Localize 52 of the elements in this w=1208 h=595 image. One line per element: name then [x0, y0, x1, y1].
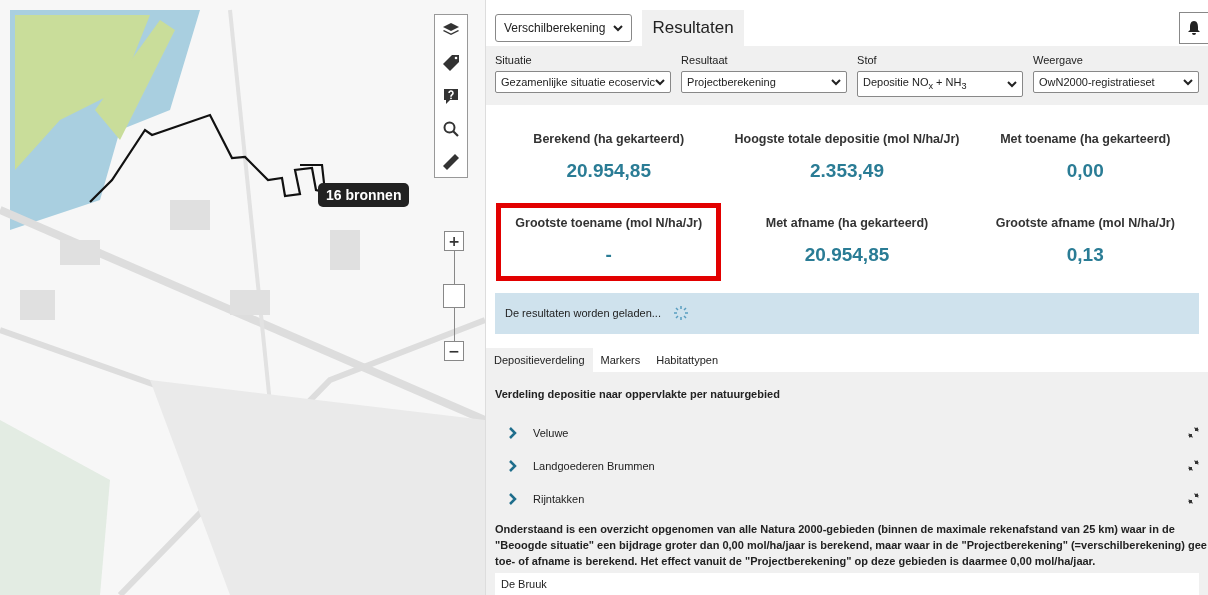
- stat-label: Grootste toename (mol N/ha/Jr): [515, 215, 703, 230]
- chevron-down-icon: [655, 78, 666, 86]
- expand-icon[interactable]: [1188, 427, 1199, 438]
- stat-value: 20.954,85: [566, 159, 651, 182]
- info-paragraph: Onderstaand is een overzicht opgenomen van alle Natura 2000-gebieden (binnen de maximale rekenafstand van 25 km) waar in de "Beoogde situatie" een bijdrage groter dan 0,00 mol/ha/jaar is berekend, maar waar in de "Projectberekening" (=verschilberekening) gee toe- of afname is berekend. Het effect vanuit de "Projectberekening" op deze gebieden is daarmee 0,00 mol/ha/jaar.: [495, 522, 1208, 569]
- zoom-out-button[interactable]: −: [444, 341, 464, 361]
- filter-label: Resultaat: [681, 54, 729, 67]
- search-icon[interactable]: [442, 120, 460, 138]
- zoom-in-button[interactable]: +: [444, 231, 464, 251]
- chevron-down-icon: [1007, 80, 1017, 88]
- stat-value: 0,13: [1066, 243, 1104, 266]
- bell-icon: [1186, 20, 1202, 37]
- area-name[interactable]: Veluwe: [533, 426, 1174, 439]
- stat-label: Met toename (ha gekarteerd): [1000, 131, 1171, 146]
- chevron-down-icon: [831, 78, 842, 86]
- help-icon[interactable]: [442, 87, 460, 105]
- ruler-icon[interactable]: [442, 153, 460, 171]
- area-name[interactable]: Rijntakken: [533, 492, 1174, 505]
- expand-icon[interactable]: [1188, 493, 1199, 504]
- loading-text: De resultaten worden geladen...: [505, 307, 661, 320]
- filter-select[interactable]: Projectberekening: [681, 71, 848, 94]
- filter-select[interactable]: Gezamenlijke situatie ecoservic: [495, 71, 672, 94]
- chevron-down-icon: [1183, 78, 1193, 86]
- expand-icon[interactable]: [1188, 460, 1199, 471]
- marker-label[interactable]: 16 bronnen: [318, 183, 410, 207]
- filter-label: Situatie: [495, 54, 533, 67]
- results-tab[interactable]: Resultaten: [642, 10, 744, 47]
- tag-icon[interactable]: [442, 54, 460, 72]
- area-name[interactable]: Landgoederen Brummen: [533, 459, 1174, 472]
- filter-label: Weergave: [1033, 54, 1084, 67]
- notification-button[interactable]: [1179, 12, 1208, 45]
- stat-value: 20.954,85: [804, 243, 890, 266]
- stat-label: Berekend (ha gekarteerd): [533, 131, 685, 146]
- section-title: Verdeling depositie naar oppervlakte per natuurgebied: [495, 388, 781, 400]
- zoom-slider-handle[interactable]: [443, 284, 465, 308]
- stat-value: 0,00: [1066, 159, 1104, 182]
- mode-select[interactable]: Verschilberekening: [495, 14, 633, 43]
- filter-label: Stof: [857, 54, 878, 67]
- chevron-right-icon[interactable]: [507, 426, 519, 439]
- chevron-right-icon[interactable]: [507, 492, 519, 505]
- stat-value: 2.353,49: [810, 159, 884, 182]
- chevron-right-icon[interactable]: [507, 459, 519, 472]
- stat-label: Grootste afname (mol N/ha/Jr): [995, 215, 1175, 230]
- spinner-icon: [672, 305, 689, 322]
- chevron-down-icon: [613, 24, 624, 32]
- tab[interactable]: Depositieverdeling: [486, 348, 593, 372]
- stat-label: Met afname (ha gekarteerd): [765, 215, 929, 230]
- stat-value: -: [605, 243, 612, 266]
- filter-select[interactable]: Depositie NO$_{x}$ + NH$_{3}$: [857, 71, 1023, 97]
- stat-label: Hoogste totale depositie (mol N/ha/Jr): [734, 131, 960, 146]
- filter-select[interactable]: OwN2000-registratieset: [1033, 71, 1199, 94]
- area-list-item[interactable]: De Bruuk: [495, 573, 1199, 595]
